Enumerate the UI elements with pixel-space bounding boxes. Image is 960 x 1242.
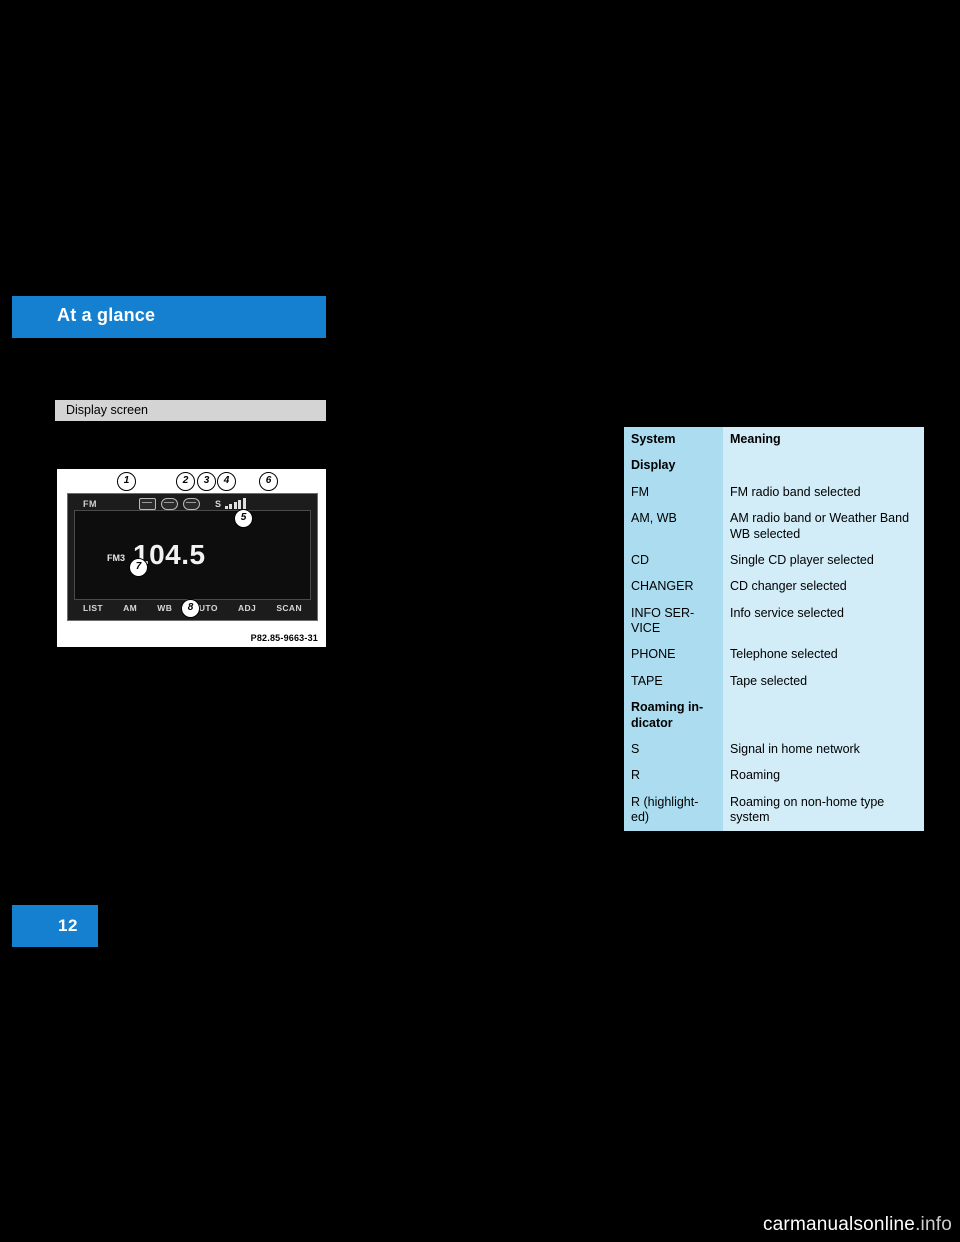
display-preset-label: FM3 [107,553,125,563]
table-cell-system: TAPE [624,668,723,696]
table-cell-system: FM [624,479,723,507]
roaming-indicator-letter: S [215,499,222,509]
mute-icon [183,498,200,510]
table-row: S Signal in home network [624,736,924,764]
table-cell-meaning: AM radio band or Weather Band WB selecte… [723,506,924,548]
table-row: AM, WB AM radio band or Weather Band WB … [624,506,924,548]
section-heading-label: Display screen [66,403,148,417]
table-body: System Meaning Display FM FM radio band … [624,427,924,832]
page-title: At a glance [57,305,156,325]
table-cell-meaning: Roaming [723,763,924,790]
chapter-header-banner: At a glance [12,296,326,338]
table-cell-meaning: Info service selected [723,600,924,643]
table-row: TAPE Tape selected [624,668,924,696]
table-cell-system: Display [624,453,723,480]
table-cell-system: Roaming in-dicator [624,695,723,737]
table-cell-meaning [723,695,924,737]
page-number-tab: 12 [12,905,98,947]
display-status-icons [139,498,200,510]
figure-display-screen: FM S FM3 104.5 LIST AM WB AUTO ADJ SCAN … [57,469,326,647]
table-row: FM FM radio band selected [624,479,924,507]
table-cell-system: AM, WB [624,506,723,548]
softkey-am: AM [123,603,138,613]
table-row: PHONE Telephone selected [624,642,924,669]
softkey-list: LIST [83,603,104,613]
radio-display-inner: FM S FM3 104.5 LIST AM WB AUTO ADJ SCAN [74,498,311,613]
table-row: R (highlight-ed) Roaming on non-home typ… [624,789,924,832]
envelope-icon [139,498,156,510]
callout-marker-5: 5 [234,509,253,528]
table-cell-meaning: CD changer selected [723,574,924,601]
table-cell-system: CHANGER [624,574,723,601]
softkey-scan: SCAN [276,603,302,613]
phone-icon [161,498,178,510]
display-band-label: FM [83,499,97,509]
callout-marker-2: 2 [176,472,195,491]
table-cell-meaning: Telephone selected [723,642,924,669]
signal-strength-indicator: S [215,498,246,509]
table-cell-system: S [624,736,723,764]
softkey-wb: WB [157,603,173,613]
table-cell-system: R [624,763,723,790]
page-number: 12 [58,916,78,935]
table-row: R Roaming [624,763,924,790]
table-cell-meaning [723,453,924,480]
signal-bar [242,498,246,509]
table-cell-meaning: Signal in home network [723,736,924,764]
table-cell-meaning: Tape selected [723,668,924,696]
system-display-meaning-table: System Meaning Display FM FM radio band … [624,427,924,832]
callout-marker-1: 1 [117,472,136,491]
table-header-meaning: Meaning [723,427,924,454]
signal-bar [229,504,233,509]
watermark-extension: .info [915,1214,952,1235]
table-cell-meaning: FM radio band selected [723,479,924,507]
table-cell-system: INFO SER-VICE [624,600,723,643]
section-heading-bar: Display screen [55,400,326,421]
table-header-row: System Meaning [624,427,924,454]
table-cell-system: CD [624,547,723,575]
table-cell-meaning: Roaming on non-home type system [723,789,924,832]
table-cell-system: PHONE [624,642,723,669]
callout-marker-4: 4 [217,472,236,491]
table-header-system: System [624,427,723,454]
callout-marker-7: 7 [129,558,148,577]
table-row: INFO SER-VICE Info service selected [624,600,924,643]
signal-bar [233,502,237,509]
callout-marker-3: 3 [197,472,216,491]
watermark-main: carmanualsonline [762,1214,916,1235]
site-watermark: carmanualsonline.info [763,1214,952,1236]
figure-reference-code: P82.85-9663-31 [250,633,318,643]
signal-bar [224,506,228,509]
softkey-adj: ADJ [237,603,257,613]
callout-marker-8: 8 [181,599,200,618]
table-row: CD Single CD player selected [624,547,924,575]
table-row: CHANGER CD changer selected [624,574,924,601]
table-row: Roaming in-dicator [624,695,924,737]
table-row: Display [624,453,924,480]
signal-bar [238,500,242,509]
table-cell-meaning: Single CD player selected [723,547,924,575]
callout-marker-6: 6 [259,472,278,491]
table-cell-system: R (highlight-ed) [624,789,723,832]
